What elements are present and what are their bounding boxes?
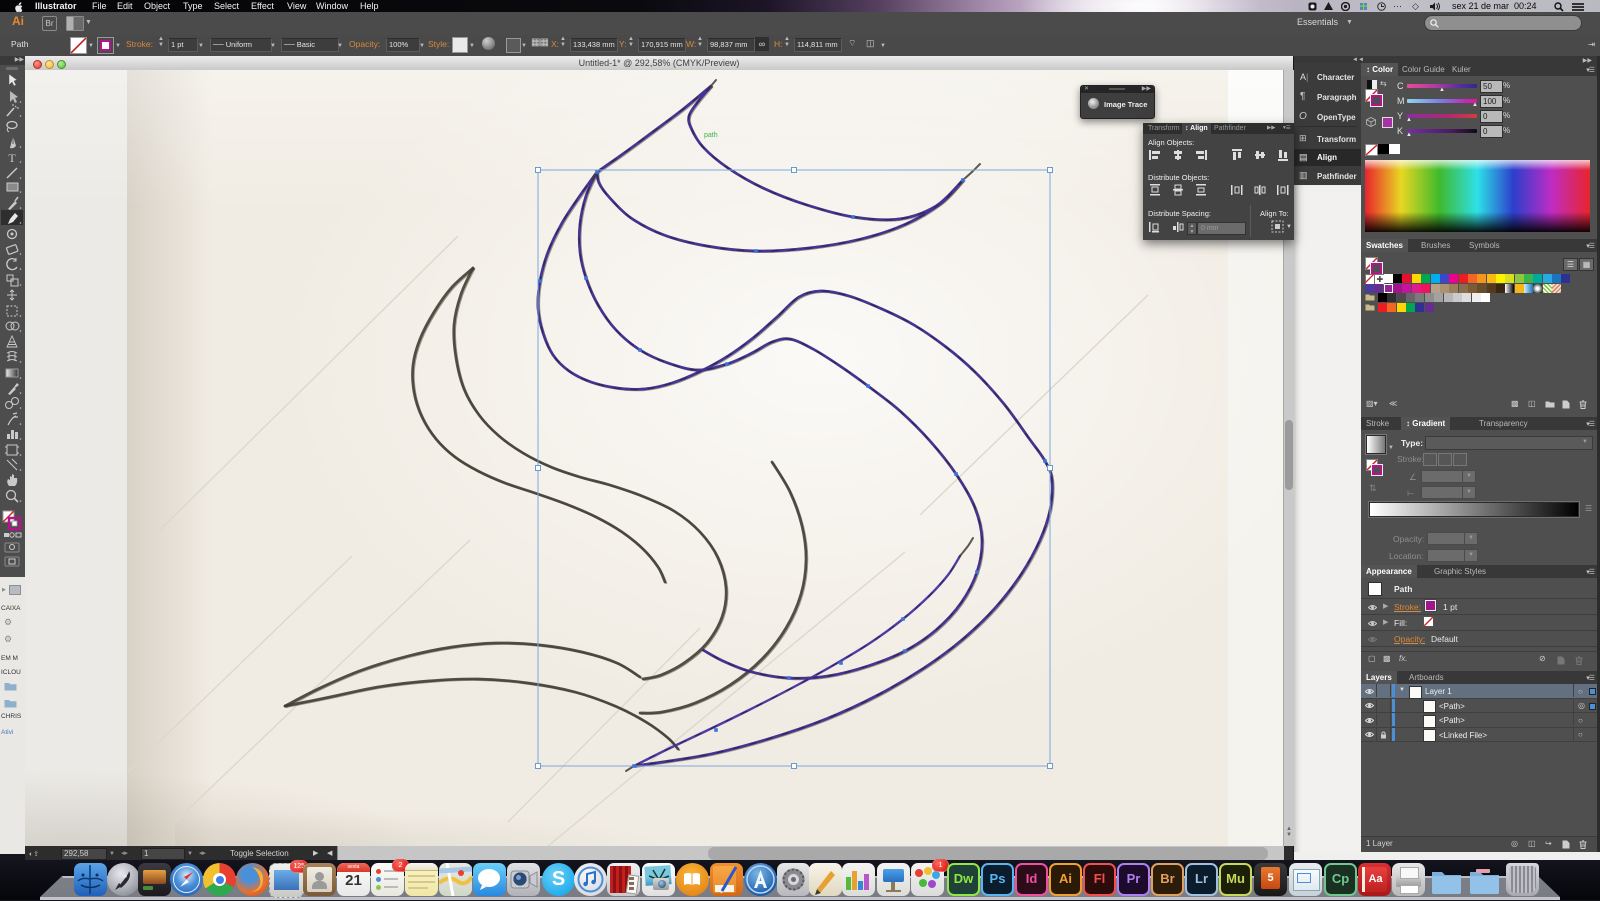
svg-text:T: T — [8, 151, 16, 165]
